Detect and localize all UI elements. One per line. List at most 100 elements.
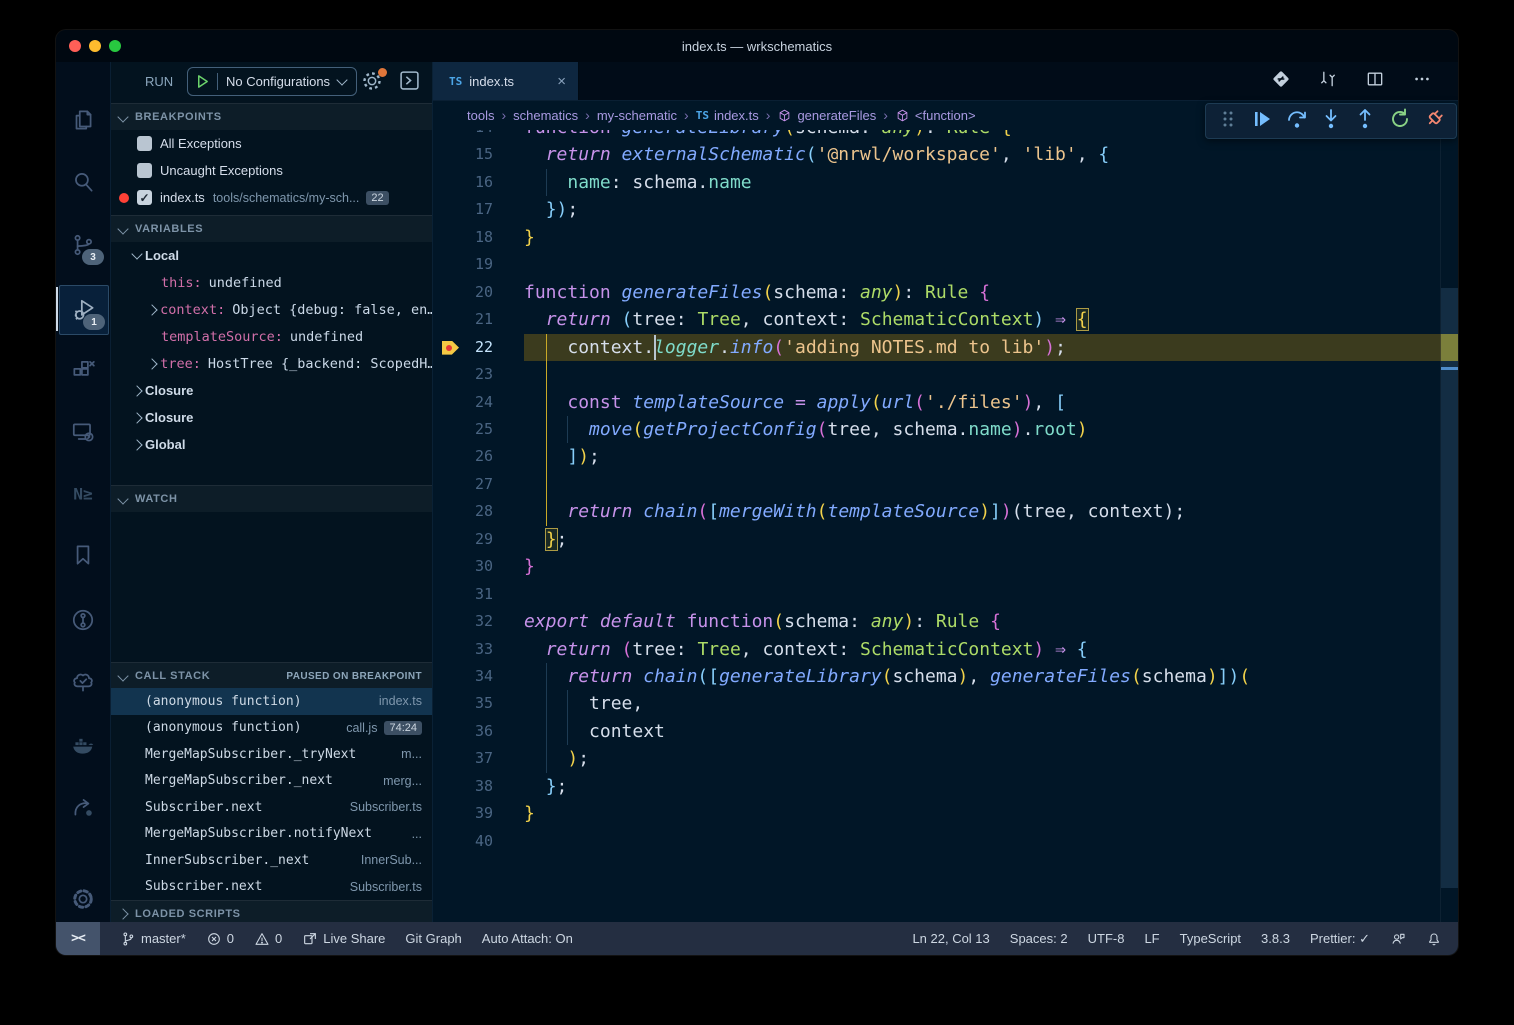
scrollbar[interactable] bbox=[1440, 130, 1458, 922]
section-header-call-stack[interactable]: CALL STACKPAUSED ON BREAKPOINT bbox=[111, 662, 432, 689]
activity-bar-item-manage[interactable] bbox=[59, 875, 107, 923]
status-encoding[interactable]: UTF-8 bbox=[1088, 931, 1125, 946]
code-line[interactable]: 36 context bbox=[433, 718, 1458, 745]
code-line[interactable]: 29 }; bbox=[433, 526, 1458, 553]
section-header-breakpoints[interactable]: BREAKPOINTS bbox=[111, 103, 432, 130]
checkbox[interactable] bbox=[137, 136, 152, 151]
code-line[interactable]: 30} bbox=[433, 553, 1458, 580]
debug-settings-gear[interactable] bbox=[361, 70, 385, 94]
scrollbar-slider[interactable] bbox=[1441, 288, 1458, 888]
breakpoint-item[interactable]: All Exceptions bbox=[111, 130, 432, 157]
variable-row[interactable]: Closure bbox=[111, 404, 432, 431]
disconnect-button[interactable] bbox=[1422, 107, 1446, 136]
code-line[interactable]: 24 const templateSource = apply(url('./f… bbox=[433, 389, 1458, 416]
status-live-share[interactable]: Live Share bbox=[302, 931, 385, 947]
breadcrumb-item-generateFiles[interactable]: generateFiles bbox=[777, 108, 876, 123]
breadcrumb-item-index-ts[interactable]: TSindex.ts bbox=[696, 108, 759, 123]
status-warnings[interactable]: 0 bbox=[254, 931, 282, 947]
continue-button[interactable] bbox=[1250, 107, 1274, 136]
code-line[interactable]: 28 return chain([mergeWith(templateSourc… bbox=[433, 498, 1458, 525]
code-line[interactable]: 15 return externalSchematic('@nrwl/works… bbox=[433, 141, 1458, 168]
minimize-window-button[interactable] bbox=[89, 40, 101, 52]
breadcrumb-item-tools[interactable]: tools bbox=[467, 108, 494, 123]
breadcrumb-item-my-schematic[interactable]: my-schematic bbox=[597, 108, 677, 123]
status-language-mode[interactable]: TypeScript bbox=[1180, 931, 1241, 946]
variable-row[interactable]: templateSource:undefined bbox=[111, 323, 432, 350]
code-line[interactable]: 40 bbox=[433, 828, 1458, 855]
variable-row[interactable]: tree:HostTree {_backend: ScopedH… bbox=[111, 350, 432, 377]
step-out-button[interactable] bbox=[1353, 107, 1377, 136]
call-stack-frame[interactable]: MergeMapSubscriber._nextmerg... bbox=[111, 768, 432, 795]
tab-index-ts[interactable]: TS index.ts × bbox=[433, 62, 579, 100]
code-line[interactable]: 37 ); bbox=[433, 745, 1458, 772]
activity-bar-item-todo-tree[interactable] bbox=[59, 658, 107, 706]
activity-bar-item-search[interactable] bbox=[59, 158, 107, 206]
status-git-branch[interactable]: master* bbox=[120, 931, 186, 947]
code-line[interactable]: 38 }; bbox=[433, 773, 1458, 800]
activity-bar-item-live-share[interactable] bbox=[59, 783, 107, 831]
activity-bar-item-remote-explorer[interactable] bbox=[59, 408, 107, 456]
activity-bar-item-explorer[interactable] bbox=[59, 96, 107, 144]
status-prettier[interactable]: Prettier: ✓ bbox=[1310, 931, 1370, 947]
status-eol[interactable]: LF bbox=[1144, 931, 1159, 946]
activity-bar-item-bookmarks[interactable] bbox=[59, 531, 107, 579]
section-header-variables[interactable]: VARIABLES bbox=[111, 215, 432, 242]
code-line[interactable]: 17 }); bbox=[433, 196, 1458, 223]
open-changes-icon[interactable] bbox=[1271, 69, 1291, 94]
breadcrumb-item--function-[interactable]: <function> bbox=[895, 108, 976, 123]
status-ts-version[interactable]: 3.8.3 bbox=[1261, 931, 1290, 946]
code-line[interactable]: 26 ]); bbox=[433, 443, 1458, 470]
code-line[interactable]: 39} bbox=[433, 800, 1458, 827]
code-line[interactable]: 25 move(getProjectConfig(tree, schema.na… bbox=[433, 416, 1458, 443]
call-stack-frame[interactable]: MergeMapSubscriber.notifyNext... bbox=[111, 821, 432, 848]
code-line[interactable]: 32export default function(schema: any): … bbox=[433, 608, 1458, 635]
section-header-watch[interactable]: WATCH bbox=[111, 485, 432, 512]
status-errors[interactable]: 0 bbox=[206, 931, 234, 947]
call-stack-frame[interactable]: Subscriber.nextSubscriber.ts bbox=[111, 874, 432, 901]
code-line[interactable]: 33 return (tree: Tree, context: Schemati… bbox=[433, 636, 1458, 663]
variable-row[interactable]: Global bbox=[111, 431, 432, 458]
activity-bar-item-nx-console[interactable]: N≥ bbox=[59, 470, 107, 518]
call-stack-frame[interactable]: (anonymous function)call.js74:24 bbox=[111, 715, 432, 742]
status-auto-attach[interactable]: Auto Attach: On bbox=[482, 931, 573, 946]
activity-bar-item-docker[interactable] bbox=[59, 721, 107, 769]
code-line[interactable]: 18} bbox=[433, 224, 1458, 251]
code-line[interactable]: 19 bbox=[433, 251, 1458, 278]
breadcrumb-item-schematics[interactable]: schematics bbox=[513, 108, 578, 123]
activity-bar-item-extensions[interactable] bbox=[59, 346, 107, 394]
code-line[interactable]: 27 bbox=[433, 471, 1458, 498]
compare-changes-icon[interactable] bbox=[1318, 69, 1338, 94]
debug-console-button[interactable] bbox=[399, 70, 420, 96]
step-over-button[interactable] bbox=[1285, 107, 1309, 136]
status-feedback[interactable] bbox=[1390, 931, 1406, 947]
code-area[interactable]: 14function generateLibrary(schema: any):… bbox=[433, 130, 1458, 922]
variable-row[interactable]: this:undefined bbox=[111, 269, 432, 296]
status-indentation[interactable]: Spaces: 2 bbox=[1010, 931, 1068, 946]
variable-row[interactable]: context:Object {debug: false, en… bbox=[111, 296, 432, 323]
variable-row[interactable]: Closure bbox=[111, 377, 432, 404]
activity-bar-item-gitlens[interactable] bbox=[59, 596, 107, 644]
more-actions-icon[interactable] bbox=[1412, 69, 1432, 94]
activity-bar-item-run-and-debug[interactable]: 1 bbox=[59, 285, 109, 335]
checkbox[interactable] bbox=[137, 163, 152, 178]
code-line[interactable]: 34 return chain([generateLibrary(schema)… bbox=[433, 663, 1458, 690]
close-tab-icon[interactable]: × bbox=[557, 73, 566, 90]
status-git-graph[interactable]: Git Graph bbox=[405, 931, 461, 946]
code-line[interactable]: 20function generateFiles(schema: any): R… bbox=[433, 279, 1458, 306]
code-line[interactable]: 35 tree, bbox=[433, 690, 1458, 717]
activity-bar-item-source-control[interactable]: 3 bbox=[59, 221, 107, 269]
breakpoint-item[interactable]: Uncaught Exceptions bbox=[111, 157, 432, 184]
status-cursor-position[interactable]: Ln 22, Col 13 bbox=[912, 931, 989, 946]
call-stack-frame[interactable]: InnerSubscriber._nextInnerSub... bbox=[111, 847, 432, 874]
restart-button[interactable] bbox=[1388, 107, 1412, 136]
code-line[interactable]: 31 bbox=[433, 581, 1458, 608]
code-line[interactable]: 16 name: schema.name bbox=[433, 169, 1458, 196]
status-notifications[interactable] bbox=[1426, 931, 1442, 947]
call-stack-frame[interactable]: MergeMapSubscriber._tryNextm... bbox=[111, 741, 432, 768]
checkbox-checked[interactable]: ✓ bbox=[137, 190, 152, 205]
step-into-button[interactable] bbox=[1319, 107, 1343, 136]
start-debug-icon[interactable] bbox=[195, 74, 210, 89]
code-line[interactable]: 22 context.logger.info('adding NOTES.md … bbox=[433, 334, 1458, 361]
call-stack-frame[interactable]: (anonymous function)index.ts bbox=[111, 688, 432, 715]
breakpoint-item[interactable]: ✓index.tstools/schematics/my-sch...22 bbox=[111, 184, 432, 211]
